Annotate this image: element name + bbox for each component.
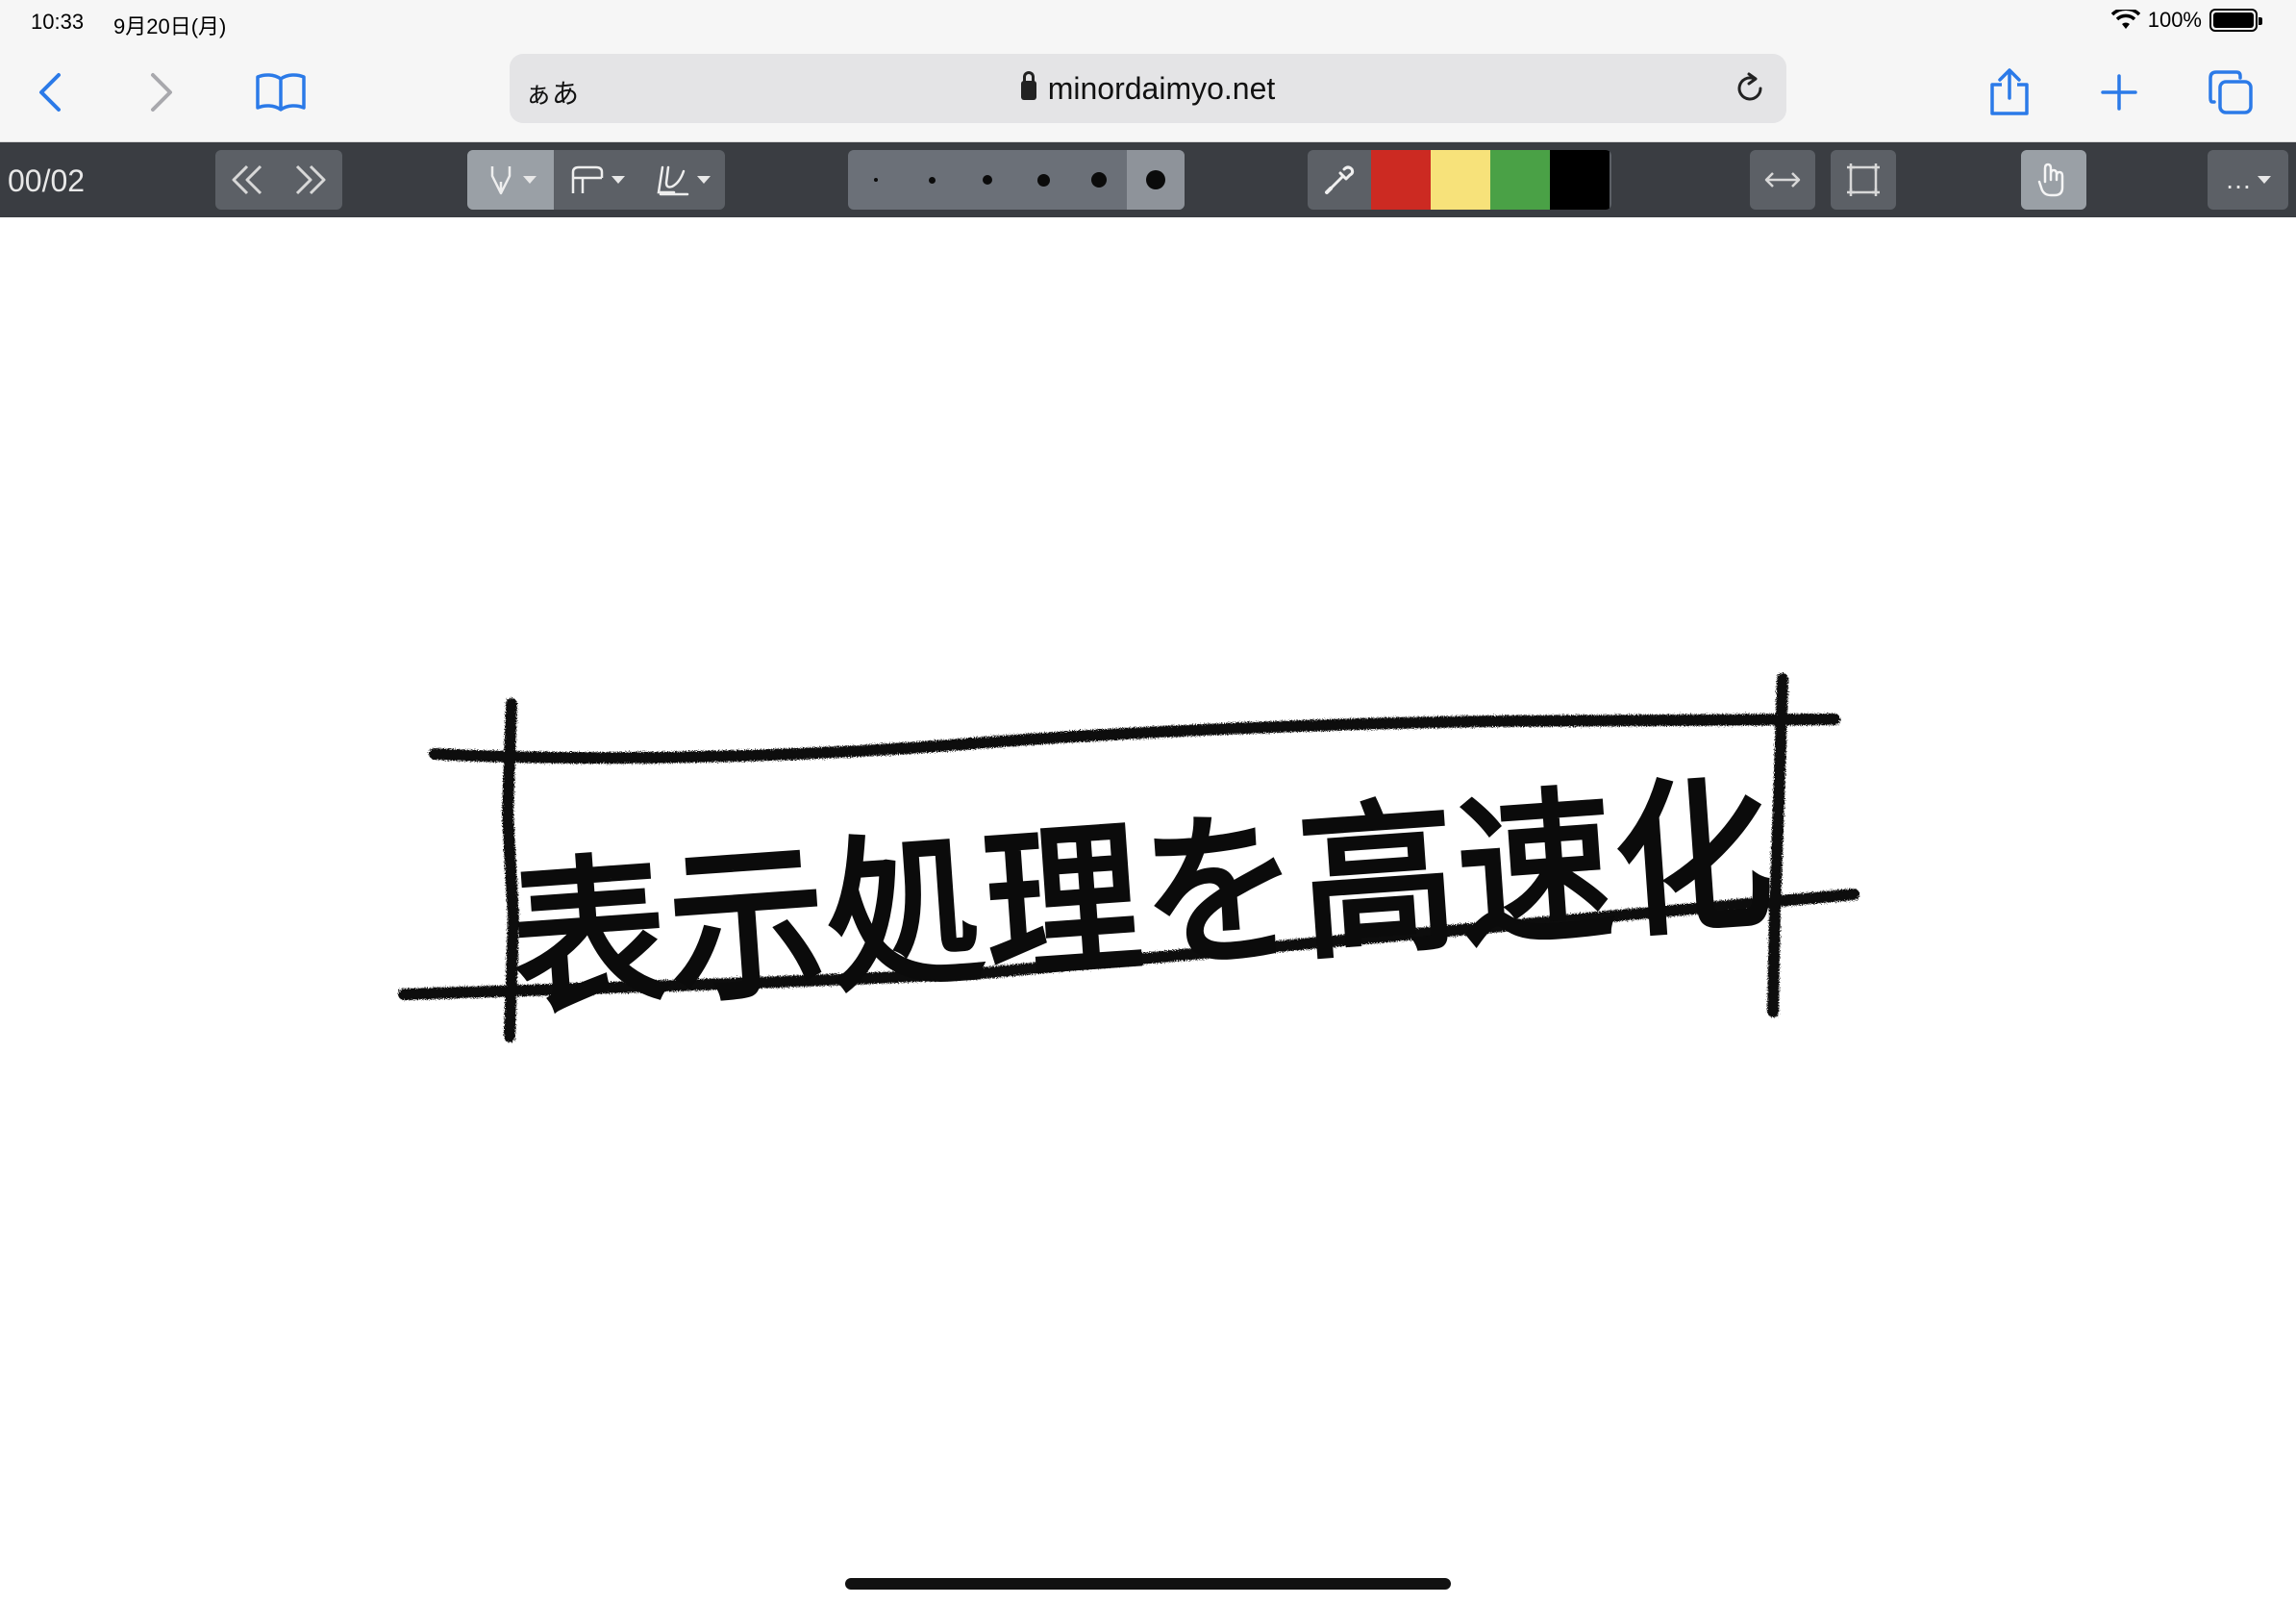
book-icon	[256, 73, 306, 112]
brush-size-4[interactable]	[1015, 150, 1071, 210]
share-icon	[1990, 68, 2029, 115]
brush-size-3[interactable]	[960, 150, 1015, 210]
page-nav-group	[215, 150, 342, 210]
chevron-left-icon	[39, 73, 61, 112]
brush-size-2[interactable]	[904, 150, 960, 210]
page-counter: 00/02	[8, 163, 86, 198]
wifi-icon	[2110, 10, 2140, 29]
color-group	[1308, 150, 1611, 210]
lock-icon	[1020, 71, 1036, 100]
next-page-button[interactable]	[279, 150, 342, 210]
marker-tool-button[interactable]	[554, 150, 639, 210]
pen-icon	[490, 166, 512, 195]
more-menu-group: …	[2208, 150, 2288, 210]
browser-toolbar: ぁあ minordaimyo.net	[0, 44, 2296, 142]
eyedropper-button[interactable]	[1308, 150, 1371, 210]
frame-button[interactable]	[1831, 150, 1896, 210]
tabs-icon	[2209, 70, 2253, 114]
chevron-down-icon	[523, 176, 537, 184]
share-button[interactable]	[1981, 63, 2038, 121]
status-date: 9月20日(月)	[113, 14, 227, 38]
battery-icon	[2209, 9, 2262, 32]
previous-page-button[interactable]	[215, 150, 279, 210]
marker-icon	[571, 165, 603, 193]
dot-icon	[874, 178, 878, 182]
new-tab-button[interactable]	[2090, 63, 2148, 121]
brush-size-6[interactable]	[1127, 150, 1185, 210]
tool-group	[467, 150, 725, 210]
forward-button[interactable]	[133, 63, 190, 121]
double-chevron-left-icon	[232, 164, 262, 195]
battery-percent: 100%	[2147, 8, 2202, 32]
reload-icon[interactable]	[1733, 71, 1767, 106]
pen-tool-button[interactable]	[467, 150, 554, 210]
url-display: minordaimyo.net	[510, 71, 1786, 107]
frame-group	[1831, 150, 1896, 210]
dot-icon	[983, 175, 992, 185]
chevron-right-icon	[151, 73, 172, 112]
more-menu-label: …	[2225, 164, 2252, 194]
hand-tool-button[interactable]	[2021, 150, 2086, 210]
address-bar[interactable]: ぁあ minordaimyo.net	[510, 54, 1786, 123]
more-menu-button[interactable]: …	[2208, 150, 2288, 210]
horizontal-arrows-icon	[1764, 172, 1801, 188]
drawing-canvas[interactable]: 表示処理を高速化	[0, 217, 2296, 1604]
status-bar: 10:33 9月20日(月) 100%	[0, 0, 2296, 44]
status-time: 10:33	[31, 10, 85, 34]
fit-width-button[interactable]	[1750, 150, 1815, 210]
fit-width-group	[1750, 150, 1815, 210]
hand-icon	[2037, 163, 2064, 197]
frame-icon	[1847, 163, 1880, 196]
back-button[interactable]	[21, 63, 79, 121]
eyedropper-icon	[1325, 165, 1355, 194]
color-swatch-green[interactable]	[1490, 150, 1550, 210]
dot-icon	[1091, 172, 1107, 188]
color-swatch-black[interactable]	[1550, 150, 1610, 210]
chevron-down-icon	[696, 176, 711, 184]
app-toolbar: 00/02 …	[0, 142, 2296, 217]
eraser-tool-button[interactable]	[639, 150, 725, 210]
brush-size-1[interactable]	[848, 150, 904, 210]
chevron-down-icon	[2258, 176, 2271, 184]
plus-icon	[2101, 74, 2137, 111]
eraser-icon	[657, 165, 688, 196]
chevron-down-icon	[611, 176, 625, 184]
status-right: 100%	[2110, 8, 2262, 33]
url-text: minordaimyo.net	[1047, 71, 1276, 106]
brush-size-group	[848, 150, 1185, 210]
brush-size-5[interactable]	[1071, 150, 1127, 210]
bookmarks-button[interactable]	[252, 63, 310, 121]
color-swatch-red[interactable]	[1371, 150, 1431, 210]
dot-icon	[1036, 173, 1050, 187]
hand-tool-group	[2021, 150, 2086, 210]
double-chevron-right-icon	[295, 164, 326, 195]
home-indicator[interactable]	[845, 1578, 1451, 1590]
dot-icon	[1146, 170, 1165, 189]
handwritten-title: 表示処理を高速化	[505, 758, 1780, 1039]
handwritten-drawing: 表示処理を高速化	[398, 673, 1859, 1042]
dot-icon	[928, 176, 936, 184]
tabs-button[interactable]	[2202, 63, 2259, 121]
color-swatch-yellow[interactable]	[1431, 150, 1490, 210]
